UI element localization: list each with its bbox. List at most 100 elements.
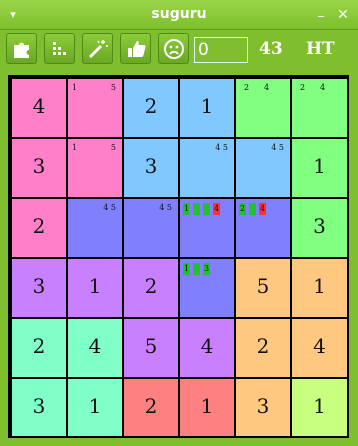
minimize-icon[interactable]: _	[314, 3, 328, 17]
board-cell[interactable]: 24	[292, 79, 347, 137]
cell-value: 3	[313, 214, 326, 238]
magic-wand-icon	[88, 39, 108, 58]
board-cell[interactable]: 1	[292, 139, 347, 197]
cell-value: 1	[200, 394, 214, 418]
board-cell[interactable]: 4	[292, 319, 347, 377]
cell-value: 2	[32, 334, 46, 358]
board-cell[interactable]: 14	[180, 199, 234, 257]
board-cell[interactable]: 2	[124, 79, 178, 137]
board-cell[interactable]: 15	[68, 79, 122, 137]
board-cell[interactable]: 24	[236, 199, 290, 257]
pencil-note: 5	[110, 143, 116, 152]
cell-value: 1	[88, 274, 102, 298]
cell-value: 2	[144, 394, 158, 418]
board-cell[interactable]: 3	[124, 139, 178, 197]
window-title: suguru	[151, 6, 207, 22]
board-cell[interactable]: 3	[236, 379, 290, 436]
pencil-note: 5	[110, 83, 116, 92]
pencil-note: 4	[320, 83, 326, 92]
cell-value: 4	[200, 334, 214, 358]
candidate-mark: 2	[239, 203, 246, 215]
pencil-note: 1	[72, 83, 78, 92]
cell-value: 3	[256, 394, 270, 418]
pencil-note: 4 5	[159, 203, 172, 212]
counter-input[interactable]: 0	[194, 37, 248, 63]
board-cell[interactable]: 1	[292, 259, 347, 317]
board-cell[interactable]: 13	[180, 259, 234, 317]
cell-value: 3	[32, 154, 46, 178]
difficulty-level: HT	[306, 39, 335, 59]
cell-value: 2	[144, 274, 158, 298]
candidate-mark	[193, 263, 200, 275]
cell-value: 1	[313, 394, 326, 418]
cell-value: 5	[256, 274, 270, 298]
pencil-note: 2	[300, 83, 306, 92]
board-cell[interactable]: 2	[12, 319, 66, 377]
sad-face-icon	[163, 38, 184, 59]
board-cell[interactable]: 5	[124, 319, 178, 377]
puzzle-icon	[13, 42, 29, 58]
board-cell[interactable]: 4	[180, 319, 234, 377]
cell-value: 4	[32, 94, 46, 118]
cell-value: 5	[144, 334, 158, 358]
give-up-button[interactable]	[158, 33, 189, 64]
board-cell[interactable]: 3	[12, 259, 66, 317]
board-cell[interactable]: 2	[236, 319, 290, 377]
cell-value: 4	[88, 334, 102, 358]
cell-value: 4	[313, 334, 326, 358]
pencil-note: 2	[244, 83, 250, 92]
puzzle-count: 43	[259, 39, 283, 59]
suguru-board: 41521242431534 54 5124 54 51424331213512…	[8, 75, 349, 438]
cell-value: 1	[313, 274, 326, 298]
board-cell[interactable]: 3	[292, 199, 347, 257]
cell-value: 3	[32, 394, 46, 418]
pencil-note: 4 5	[215, 143, 228, 152]
pencil-note: 4 5	[103, 203, 116, 212]
cell-value: 1	[200, 94, 214, 118]
board-cell[interactable]: 24	[236, 79, 290, 137]
hint-button[interactable]	[82, 33, 113, 64]
pencil-note: 4 5	[271, 143, 284, 152]
cell-value: 2	[144, 94, 158, 118]
board-cell[interactable]: 1	[180, 79, 234, 137]
toolbar: 0 43 HT	[0, 30, 358, 70]
conflict-mark: 4	[259, 203, 266, 215]
board-cell[interactable]: 4	[68, 319, 122, 377]
board-cell[interactable]: 4	[12, 79, 66, 137]
board-cell[interactable]: 4 5	[68, 199, 122, 257]
board-cell[interactable]: 1	[180, 379, 234, 436]
candidate-mark	[249, 203, 256, 215]
cell-value: 3	[32, 274, 46, 298]
candidate-mark: 1	[183, 263, 190, 275]
board-cell[interactable]: 5	[236, 259, 290, 317]
board-cell[interactable]: 2	[12, 199, 66, 257]
candidate-mark: 1	[183, 203, 190, 215]
board-cell[interactable]: 1	[292, 379, 347, 436]
new-puzzle-button[interactable]	[6, 33, 37, 64]
pencil-marks-button[interactable]	[44, 33, 75, 64]
pencil-note: 1	[72, 143, 78, 152]
dots-icon	[52, 41, 66, 55]
candidate-mark: 3	[203, 263, 210, 275]
check-button[interactable]	[120, 33, 151, 64]
board-cell[interactable]: 4 5	[124, 199, 178, 257]
title-bar: ▾ suguru _ ✕	[0, 0, 358, 30]
board-cell[interactable]: 4 5	[236, 139, 290, 197]
board-cell[interactable]: 3	[12, 379, 66, 436]
cell-value: 3	[144, 154, 158, 178]
cell-value: 2	[32, 214, 46, 238]
board-cell[interactable]: 1	[68, 379, 122, 436]
cell-value: 1	[88, 394, 102, 418]
board-cell[interactable]: 15	[68, 139, 122, 197]
thumbs-up-icon	[127, 40, 146, 57]
conflict-mark: 4	[213, 203, 220, 215]
cell-value: 2	[256, 334, 270, 358]
pencil-note: 4	[264, 83, 270, 92]
board-cell[interactable]: 1	[68, 259, 122, 317]
candidate-mark	[193, 203, 200, 215]
close-icon[interactable]: ✕	[336, 8, 350, 22]
board-cell[interactable]: 4 5	[180, 139, 234, 197]
board-cell[interactable]: 2	[124, 259, 178, 317]
board-cell[interactable]: 3	[12, 139, 66, 197]
board-cell[interactable]: 2	[124, 379, 178, 436]
